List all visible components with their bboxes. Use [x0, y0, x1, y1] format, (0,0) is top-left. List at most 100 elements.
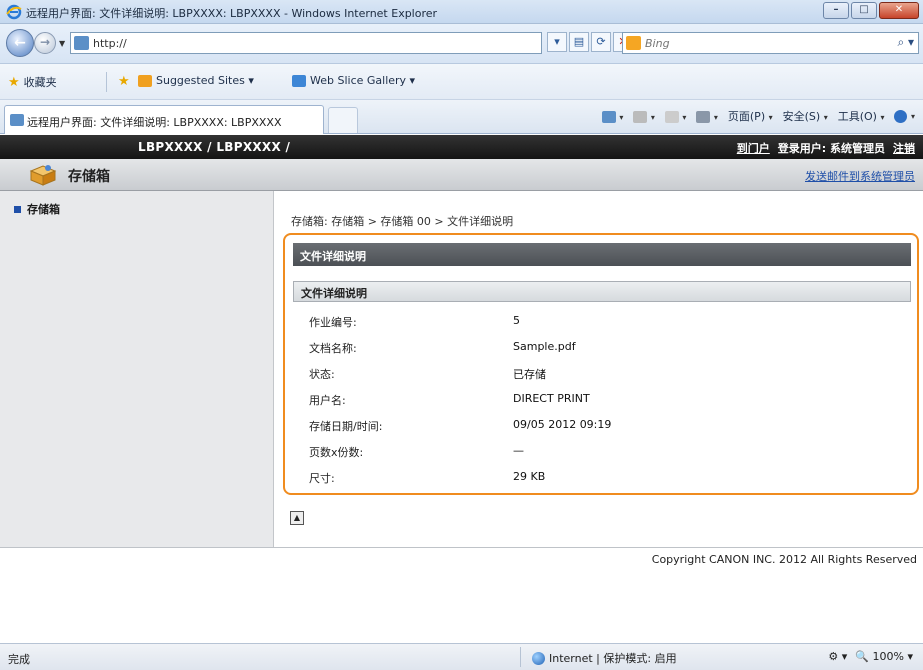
- search-input[interactable]: [645, 35, 865, 51]
- detail-label: 作业编号:: [309, 316, 357, 329]
- detail-label: 尺寸:: [309, 472, 335, 485]
- detail-value: DIRECT PRINT: [513, 392, 590, 405]
- back-arrow-icon: ←: [14, 35, 26, 51]
- back-to-top-button[interactable]: ▲: [290, 511, 304, 525]
- status-divider: [520, 647, 521, 667]
- detail-label: 状态:: [309, 368, 335, 381]
- web-slice-gallery-link[interactable]: Web Slice Gallery ▾: [292, 74, 415, 87]
- security-zone[interactable]: Internet | 保护模式: 启用: [532, 650, 677, 666]
- safety-menu[interactable]: 安全(S) ▾: [783, 108, 828, 124]
- home-icon: [601, 110, 616, 123]
- print-button[interactable]: ▾: [696, 110, 718, 123]
- home-button[interactable]: ▾: [601, 110, 623, 123]
- separator: [106, 72, 107, 92]
- detail-value: Sample.pdf: [513, 340, 576, 353]
- history-dropdown-icon[interactable]: ▼: [59, 39, 65, 48]
- detail-label: 存储日期/时间:: [309, 420, 383, 433]
- tools-menu-label: 工具(O): [837, 110, 877, 123]
- main-area: 存储箱: 存储箱 > 存储箱 00 > 文件详细说明 文件详细说明 文件详细说明…: [275, 191, 923, 547]
- sidebar-item-label: 存储箱: [27, 203, 60, 216]
- close-icon: ✕: [894, 4, 904, 15]
- feeds-button[interactable]: ▾: [633, 110, 655, 123]
- zoom-level: 100%: [872, 650, 904, 663]
- detail-row: 用户名: DIRECT PRINT: [293, 387, 911, 413]
- detail-row: 尺寸: 29 KB: [293, 465, 911, 491]
- bullet-square-icon: [14, 205, 21, 213]
- detail-label: 用户名:: [309, 394, 346, 407]
- detail-value: 29 KB: [513, 470, 546, 483]
- window-titlebar: 远程用户界面: 文件详细说明: LBPXXXX: LBPXXXX - Windo…: [0, 0, 923, 24]
- print-icon: [696, 110, 711, 123]
- top-header: LBPXXXX / LBPXXXX / 到门户 登录用户: 系统管理员 注销: [0, 135, 923, 159]
- minimize-button[interactable]: –: [823, 2, 849, 19]
- status-text: 完成: [8, 653, 30, 666]
- tab-label: 远程用户界面: 文件详细说明: LBPXXXX: LBPXXXX: [27, 116, 282, 129]
- favorites-button[interactable]: ★ 收藏夹: [8, 74, 57, 90]
- detail-row: 存储日期/时间: 09/05 2012 09:19: [293, 413, 911, 439]
- zone-label: Internet | 保护模式: 启用: [549, 652, 677, 665]
- tools-menu[interactable]: 工具(O) ▾: [838, 108, 885, 124]
- mail-icon: [664, 110, 679, 123]
- suggested-sites-label: Suggested Sites ▾: [156, 74, 254, 87]
- back-button[interactable]: ←: [6, 29, 34, 57]
- login-user: 登录用户: 系统管理员: [777, 142, 885, 155]
- mail-admin-link[interactable]: 发送邮件到系统管理员: [805, 168, 915, 184]
- search-icon[interactable]: ⌕ ▾: [897, 35, 914, 50]
- page-menu[interactable]: 页面(P) ▾: [728, 108, 773, 124]
- url-input[interactable]: [93, 35, 393, 51]
- sidebar: 存储箱: [0, 191, 274, 547]
- panel-subheader: 文件详细说明: [293, 281, 911, 302]
- add-favorite-icon: ★: [118, 74, 130, 89]
- detail-label: 页数x份数:: [309, 446, 364, 459]
- page-content: LBPXXXX / LBPXXXX / 到门户 登录用户: 系统管理员 注销 存…: [0, 135, 923, 643]
- add-favorite-button[interactable]: ★: [118, 74, 130, 89]
- help-icon: [894, 109, 908, 123]
- bing-icon: [626, 36, 641, 50]
- logout-link[interactable]: 注销: [893, 140, 915, 156]
- detail-value: 09/05 2012 09:19: [513, 418, 612, 431]
- suggested-sites-link[interactable]: Suggested Sites ▾: [138, 74, 254, 87]
- detail-label: 文档名称:: [309, 342, 357, 355]
- mail-button[interactable]: ▾: [664, 110, 686, 123]
- forward-button[interactable]: →: [34, 32, 56, 54]
- search-box: ⌕ ▾: [622, 32, 919, 54]
- footer: Copyright CANON INC. 2012 All Rights Res…: [0, 547, 923, 571]
- favorites-star-icon: ★: [8, 74, 20, 90]
- tab-active[interactable]: 远程用户界面: 文件详细说明: LBPXXXX: LBPXXXX: [4, 105, 324, 134]
- safety-menu-label: 安全(S): [782, 110, 821, 123]
- details-table: 作业编号: 5 文档名称: Sample.pdf 状态: 已存储 用户名: DIRECT…: [293, 309, 911, 491]
- window-title: 远程用户界面: 文件详细说明: LBPXXXX: LBPXXXX - Windo…: [26, 7, 438, 20]
- detail-row: 页数x份数: —: [293, 439, 911, 465]
- copyright-text: Copyright CANON INC. 2012 All Rights Res…: [651, 553, 917, 566]
- portal-link[interactable]: 到门户: [737, 140, 770, 156]
- sidebar-item-storage-box[interactable]: 存储箱: [14, 201, 60, 217]
- suggested-sites-icon: [138, 74, 152, 87]
- tab-bar: 远程用户界面: 文件详细说明: LBPXXXX: LBPXXXX ▾ ▾ ▾ ▾…: [0, 100, 923, 134]
- close-button[interactable]: ✕: [879, 2, 919, 19]
- site-icon: [74, 36, 89, 50]
- help-button[interactable]: ▾: [894, 109, 915, 123]
- web-slice-icon: [292, 74, 306, 87]
- section-title: 存储箱: [68, 169, 110, 185]
- feeds-icon: [633, 110, 648, 123]
- ie-logo-icon: [6, 4, 22, 20]
- compatibility-view-button[interactable]: ▤: [569, 32, 589, 52]
- add-ons-button[interactable]: ⚙ ▾: [828, 650, 847, 663]
- detail-value: 已存储: [513, 368, 546, 381]
- zoom-button[interactable]: 🔍 100% ▾: [855, 650, 913, 663]
- storage-box-icon: [29, 165, 57, 186]
- maximize-icon: □: [859, 4, 869, 15]
- url-dropdown-button[interactable]: ▾: [547, 32, 567, 52]
- detail-value: 5: [513, 314, 520, 327]
- maximize-button[interactable]: □: [851, 2, 877, 19]
- detail-row: 文档名称: Sample.pdf: [293, 335, 911, 361]
- minimize-icon: –: [833, 4, 839, 15]
- printer-model: LBPXXXX / LBPXXXX /: [138, 140, 291, 154]
- detail-value: —: [513, 444, 524, 457]
- globe-icon: [532, 651, 545, 665]
- tab-site-icon: [10, 114, 24, 126]
- refresh-button[interactable]: ⟳: [591, 32, 611, 52]
- favorites-bar: ★ 收藏夹 ★ Suggested Sites ▾ Web Slice Gall…: [0, 64, 923, 100]
- page-menu-label: 页面(P): [727, 110, 766, 123]
- new-tab-button[interactable]: [328, 107, 358, 133]
